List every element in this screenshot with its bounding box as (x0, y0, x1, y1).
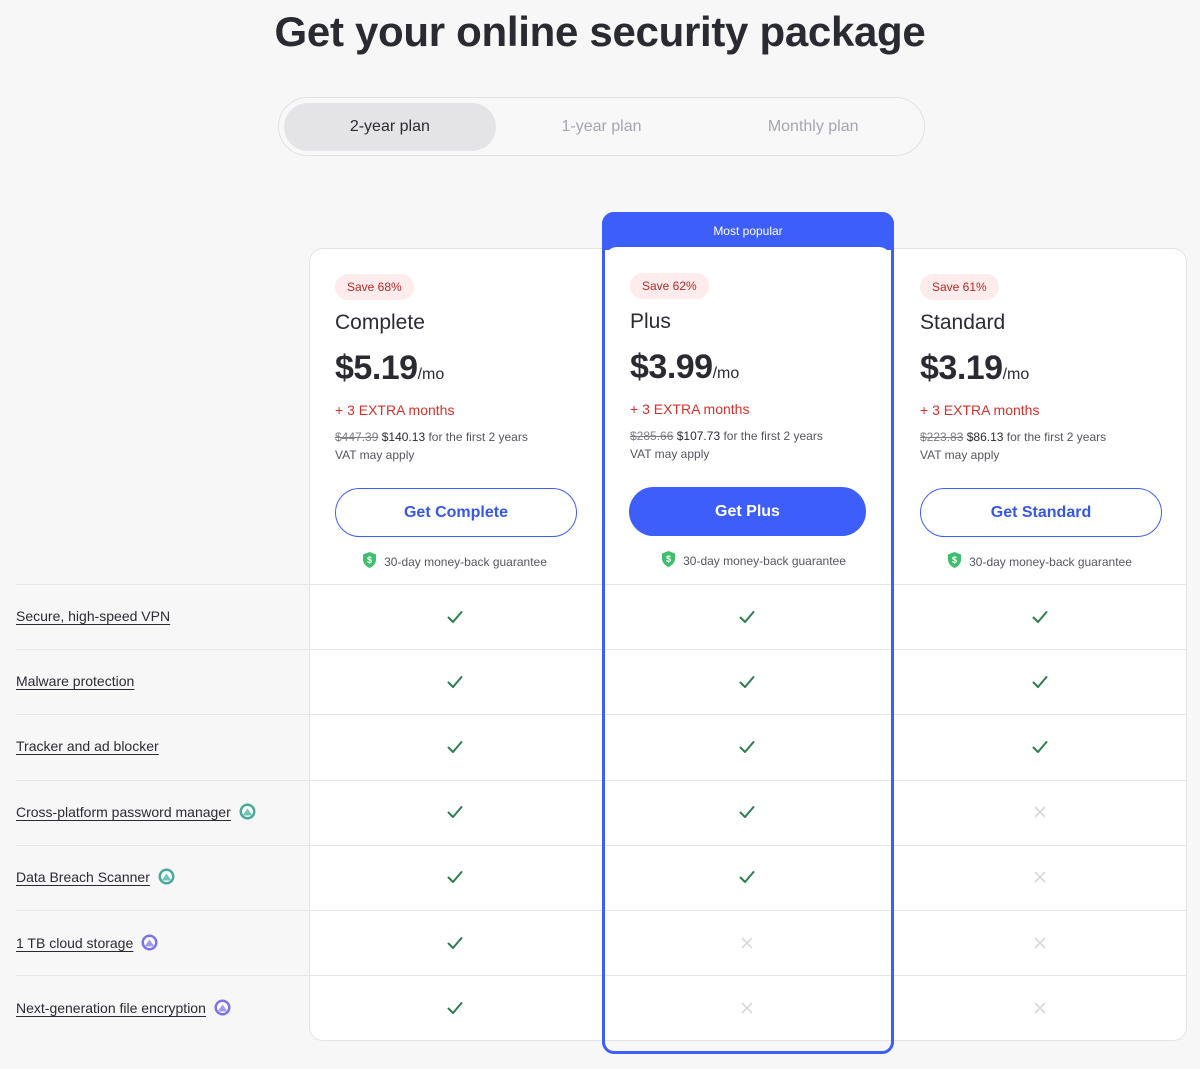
plan-duration-toggle: 2-year plan 1-year plan Monthly plan (278, 97, 925, 156)
price-amount: $3.19 (920, 349, 1003, 387)
svg-text:$: $ (952, 555, 957, 565)
feature-name: Cross-platform password manager (16, 803, 231, 820)
money-back-guarantee: $30-day money-back guarantee (310, 552, 600, 571)
vat-note: VAT may apply (920, 448, 1000, 462)
feature-name: 1 TB cloud storage (16, 934, 134, 951)
check-icon (1030, 737, 1050, 757)
check-icon (445, 802, 465, 822)
shield-dollar-icon: $ (948, 552, 962, 571)
check-icon (445, 933, 465, 953)
feature-label[interactable]: Cross-platform password manager (16, 803, 256, 820)
money-back-guarantee: $30-day money-back guarantee (895, 552, 1185, 571)
tab-2-year-plan[interactable]: 2-year plan (284, 103, 496, 151)
guarantee-text: 30-day money-back guarantee (969, 554, 1132, 569)
feature-label[interactable]: Tracker and ad blocker (16, 738, 159, 754)
save-badge: Save 68% (335, 274, 414, 300)
extra-months: + 3 EXTRA months (920, 402, 1040, 418)
old-price: $447.39 (335, 430, 379, 444)
plan-name: Complete (335, 311, 425, 334)
check-icon (1030, 672, 1050, 692)
nordlocker-icon (214, 999, 231, 1016)
billing-period: for the first 2 years (1006, 430, 1107, 444)
get-complete-button[interactable]: Get Complete (335, 488, 577, 537)
old-price: $223.83 (920, 430, 964, 444)
check-icon (445, 998, 465, 1018)
cross-icon (1030, 933, 1050, 953)
plan-price: $5.19/mo (335, 349, 444, 388)
feature-label[interactable]: Malware protection (16, 673, 134, 689)
check-icon (1030, 607, 1050, 627)
billing-period: for the first 2 years (428, 430, 528, 444)
nordpass-icon (158, 868, 175, 885)
feature-label[interactable]: 1 TB cloud storage (16, 934, 158, 951)
tab-1-year-plan[interactable]: 1-year plan (496, 103, 708, 151)
guarantee-text: 30-day money-back guarantee (384, 554, 547, 569)
extra-months: + 3 EXTRA months (335, 402, 455, 418)
feature-label[interactable]: Data Breach Scanner (16, 868, 175, 885)
plan-name: Standard (920, 311, 1006, 334)
feature-name: Data Breach Scanner (16, 868, 150, 885)
svg-text:$: $ (367, 555, 372, 565)
vat-note: VAT may apply (335, 448, 415, 462)
nordlocker-icon (141, 934, 158, 951)
feature-label[interactable]: Secure, high-speed VPN (16, 608, 170, 624)
new-price: $86.13 (966, 430, 1004, 444)
plan-price: $3.19/mo (920, 349, 1029, 388)
cross-icon (1030, 802, 1050, 822)
total-price: $447.39 $140.13 for the first 2 years (335, 430, 528, 444)
check-icon (445, 737, 465, 757)
page-title: Get your online security package (274, 8, 926, 55)
feature-name: Tracker and ad blocker (16, 738, 159, 754)
price-period: /mo (417, 366, 445, 383)
get-standard-button[interactable]: Get Standard (920, 488, 1162, 537)
check-icon (445, 607, 465, 627)
new-price: $140.13 (381, 430, 426, 444)
check-icon (445, 867, 465, 887)
price-period: /mo (1002, 366, 1030, 383)
price-amount: $5.19 (335, 349, 418, 387)
check-icon (445, 672, 465, 692)
feature-name: Malware protection (16, 673, 135, 689)
cross-icon (1030, 867, 1050, 887)
popular-plan-highlight (602, 212, 894, 1054)
feature-label[interactable]: Next-generation file encryption (16, 999, 231, 1016)
tab-monthly-plan[interactable]: Monthly plan (707, 103, 919, 151)
total-price: $223.83 $86.13 for the first 2 years (920, 430, 1106, 444)
cross-icon (1030, 998, 1050, 1018)
shield-dollar-icon: $ (363, 552, 377, 571)
nordpass-icon (239, 803, 256, 820)
save-badge: Save 61% (920, 274, 999, 300)
feature-name: Secure, high-speed VPN (16, 608, 171, 624)
feature-name: Next-generation file encryption (16, 999, 206, 1016)
